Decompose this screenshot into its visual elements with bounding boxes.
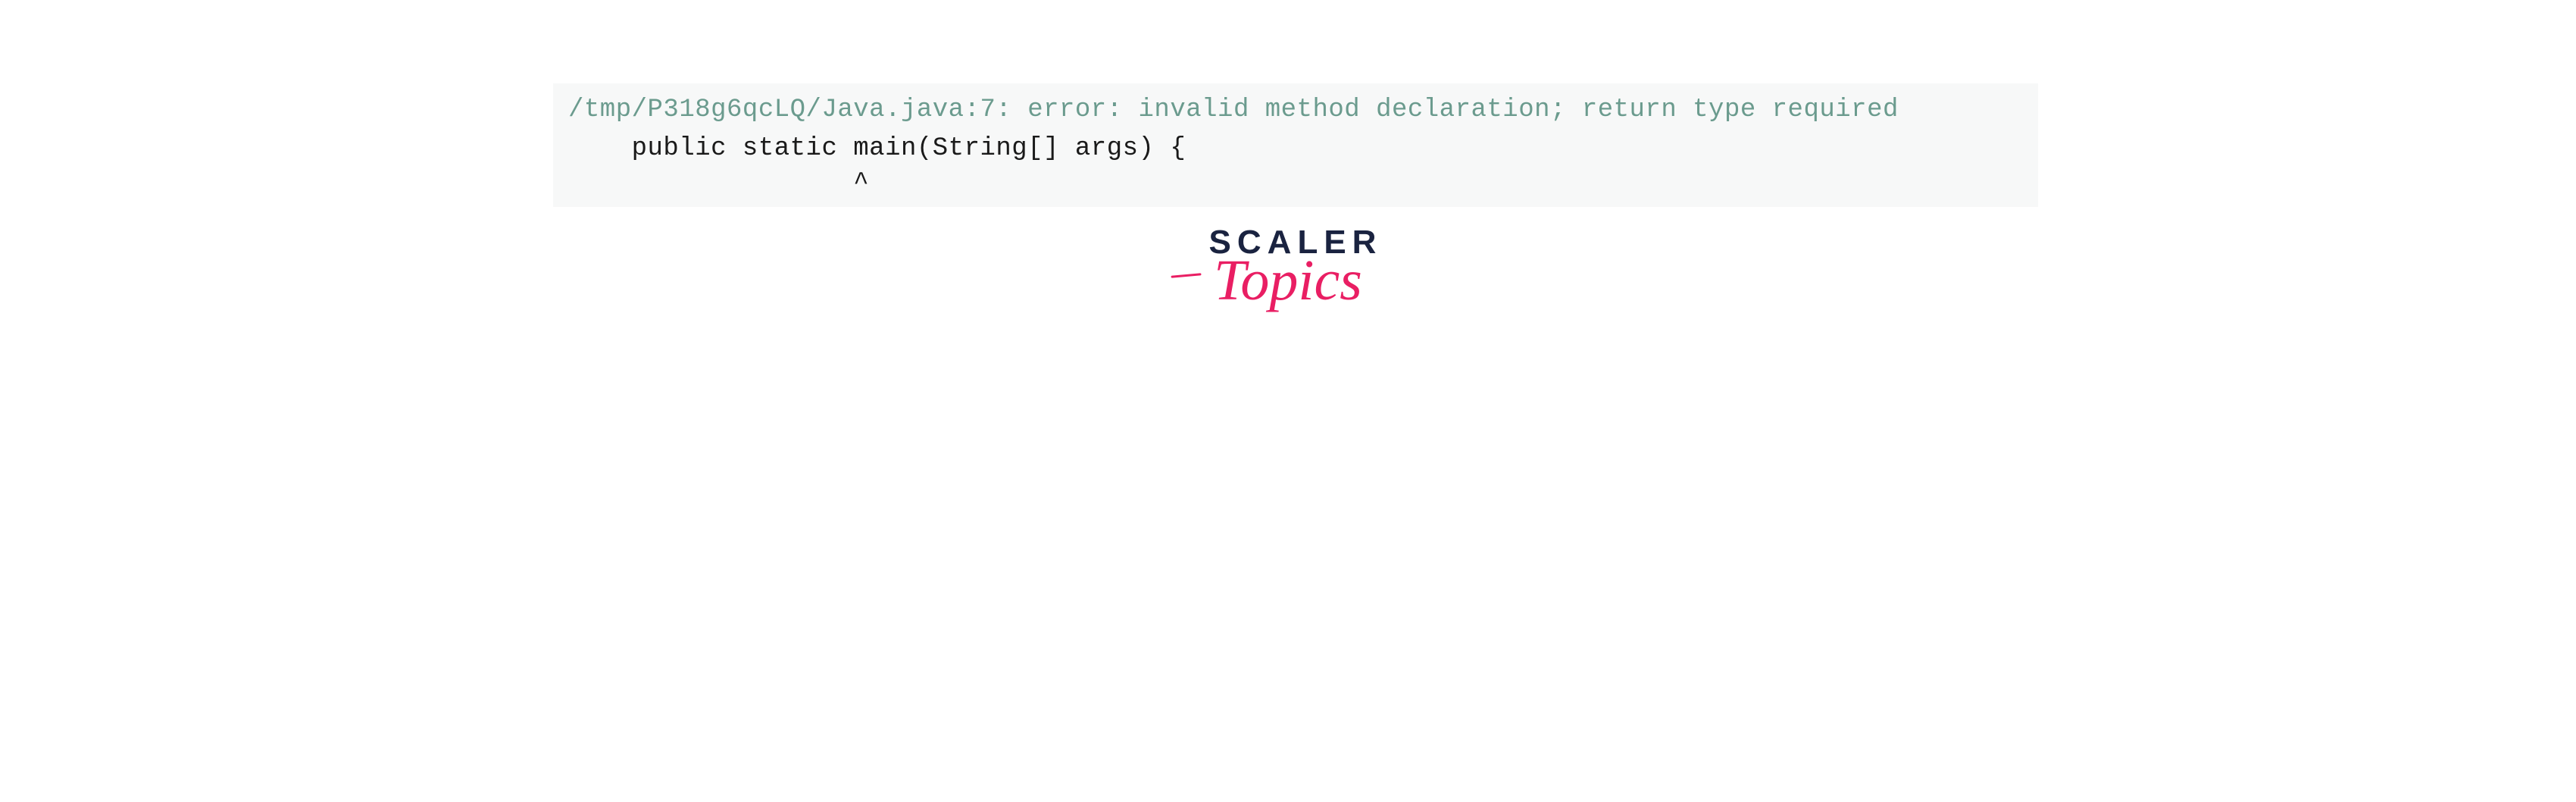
compiler-error-output: /tmp/P318g6qcLQ/Java.java:7: error: inva… bbox=[553, 83, 2038, 207]
source-code-line: public static main(String[] args) { bbox=[568, 130, 2023, 168]
logo-sub-text: Topics bbox=[1194, 248, 1383, 314]
scaler-topics-logo: SCALER Topics bbox=[1194, 224, 1383, 314]
error-caret-line: ^ bbox=[568, 168, 2023, 199]
error-message-line: /tmp/P318g6qcLQ/Java.java:7: error: inva… bbox=[568, 91, 2023, 130]
